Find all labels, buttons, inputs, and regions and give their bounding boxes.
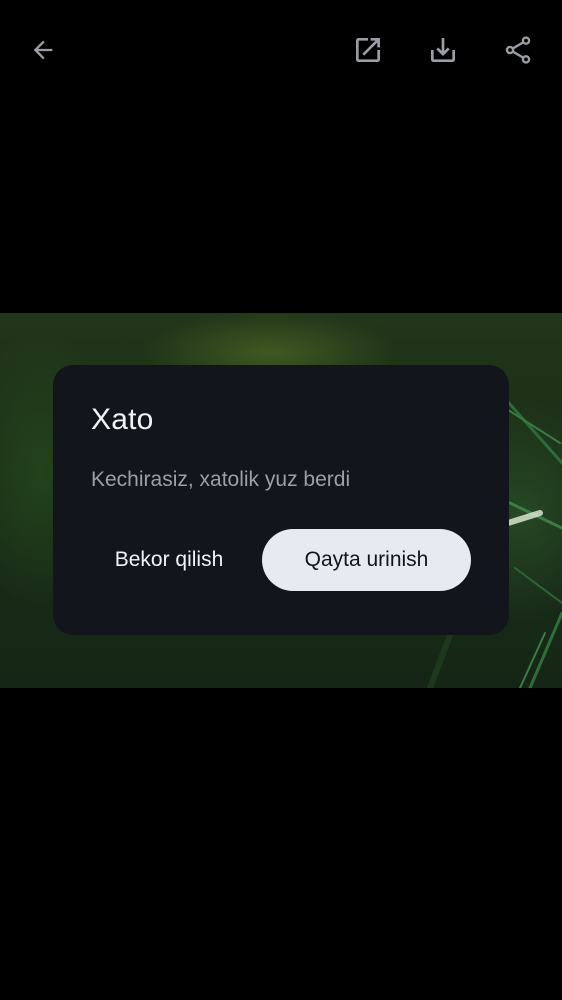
share-button[interactable] xyxy=(494,26,542,74)
top-app-bar xyxy=(0,0,562,100)
open-in-new-icon xyxy=(356,38,380,62)
back-button[interactable] xyxy=(19,26,67,74)
retry-button[interactable]: Qayta urinish xyxy=(262,529,471,591)
open-external-button[interactable] xyxy=(344,26,392,74)
cancel-button[interactable]: Bekor qilish xyxy=(91,529,247,591)
dialog-title: Xato xyxy=(91,403,154,436)
error-dialog: Xato Kechirasiz, xatolik yuz berdi Bekor… xyxy=(53,365,509,635)
image-viewer-screen: Xato Kechirasiz, xatolik yuz berdi Bekor… xyxy=(0,0,562,1000)
dialog-message: Kechirasiz, xatolik yuz berdi xyxy=(91,468,351,491)
share-icon xyxy=(505,36,531,64)
download-button[interactable] xyxy=(419,26,467,74)
arrow-back-icon xyxy=(33,40,53,60)
download-icon xyxy=(431,38,455,62)
